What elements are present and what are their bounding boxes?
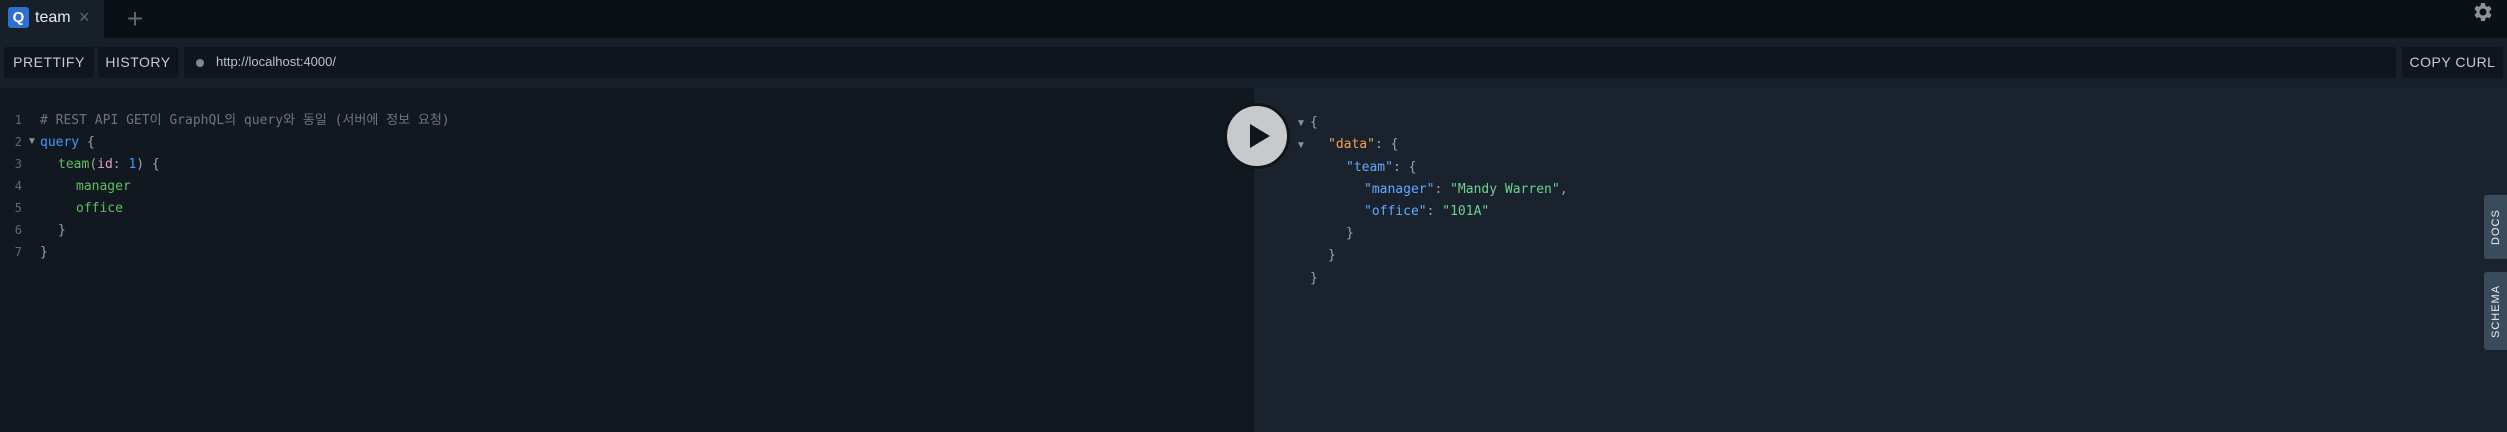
code-comment: # REST API GET이 GraphQL의 query와 동일 (서버에 … — [40, 113, 450, 128]
code-brace: } — [58, 223, 66, 238]
json-brace: } — [1328, 248, 1336, 263]
tab-team[interactable]: Q team × — [0, 0, 104, 38]
code-line-team: team(id: 1) { — [58, 157, 160, 172]
line-number: 6 — [14, 223, 22, 237]
fold-arrow-icon[interactable]: ▼ — [27, 131, 37, 153]
line-number: 2 — [14, 135, 22, 149]
fold-arrow-icon[interactable]: ▼ — [1296, 135, 1306, 157]
gear-icon[interactable] — [2470, 0, 2494, 24]
line-number: 3 — [14, 157, 22, 171]
fold-arrow-icon[interactable]: ▼ — [1296, 113, 1306, 135]
endpoint-url-text: http://localhost:4000/ — [216, 54, 336, 69]
history-button[interactable]: HISTORY — [98, 47, 178, 78]
result-viewer: ▼ { ▼ "data": { "team": { "manager": "Ma… — [1254, 88, 2507, 432]
json-data-key: "data": { — [1328, 137, 1399, 152]
json-brace: } — [1310, 271, 1318, 286]
json-brace: { — [1310, 115, 1318, 130]
tab-bar: Q team × + — [0, 0, 2507, 38]
json-team-key: "team": { — [1346, 160, 1417, 175]
endpoint-url-field[interactable]: http://localhost:4000/ — [184, 47, 2396, 78]
execute-query-button[interactable] — [1224, 103, 1290, 169]
code-line-query: query { — [40, 135, 95, 150]
json-office-line: "office": "101A" — [1364, 204, 1490, 219]
line-number: 5 — [14, 201, 22, 215]
json-manager-line: "manager": "Mandy Warren", — [1364, 182, 1568, 197]
close-icon[interactable]: × — [79, 7, 90, 28]
line-number: 7 — [14, 245, 22, 259]
tab-title: team — [35, 9, 71, 26]
json-brace: } — [1346, 226, 1354, 241]
query-badge-icon: Q — [8, 7, 29, 28]
toolbar: PRETTIFY HISTORY http://localhost:4000/ … — [0, 38, 2507, 88]
code-field-manager: manager — [76, 179, 131, 194]
line-number: 4 — [14, 179, 22, 193]
line-number: 1 — [14, 113, 22, 127]
code-field-office: office — [76, 201, 123, 216]
copy-curl-button[interactable]: COPY CURL — [2402, 47, 2503, 78]
code-brace: } — [40, 245, 48, 260]
schema-tab[interactable]: SCHEMA — [2484, 272, 2507, 350]
add-tab-button[interactable]: + — [117, 3, 153, 35]
docs-tab[interactable]: DOCS — [2484, 195, 2507, 259]
play-icon — [1250, 124, 1270, 148]
prettify-button[interactable]: PRETTIFY — [4, 47, 94, 78]
status-dot-icon — [196, 59, 204, 67]
query-editor[interactable]: 1 2 ▼ 3 4 5 6 7 # REST API GET이 GraphQL의… — [0, 88, 1254, 432]
